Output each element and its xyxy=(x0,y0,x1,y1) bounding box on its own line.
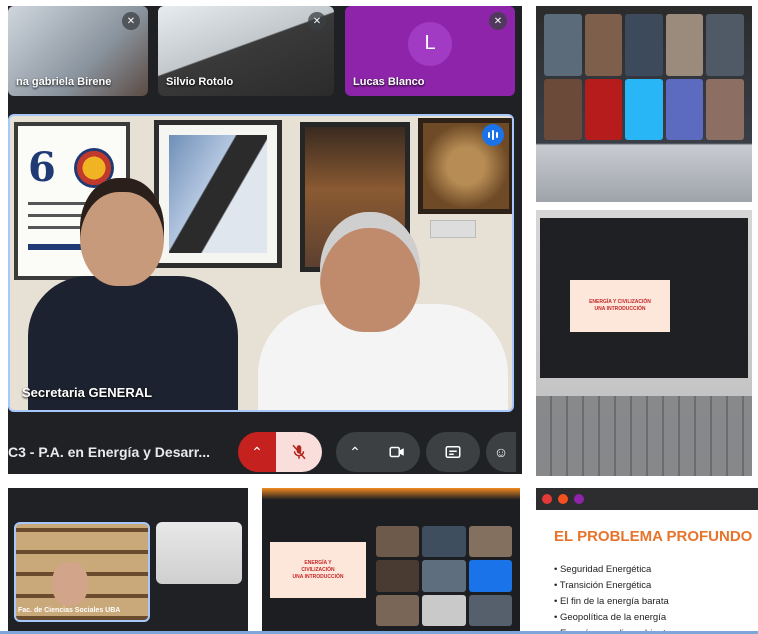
main-speaker-tile[interactable]: 6 Secretaria GENERAL xyxy=(8,114,514,412)
share-icon xyxy=(558,494,568,504)
reactions-button[interactable]: ☺ xyxy=(486,432,516,472)
camera-toggle-button[interactable] xyxy=(374,432,420,472)
participant-face xyxy=(52,562,88,606)
list-item: El fin de la energía barata xyxy=(554,594,671,610)
video-grid xyxy=(544,14,744,140)
shared-slide: ENERGÍA Y CIVILIZACIÓN UNA INTRODUCCIÓN xyxy=(270,542,366,598)
camera-options-button[interactable]: ⌃ xyxy=(336,432,374,472)
participant-name: na gabriela Birene xyxy=(16,76,112,88)
window-titlebar xyxy=(536,488,758,510)
list-item: Seguridad Energética xyxy=(554,562,671,578)
participant-tile[interactable]: ✕ L Lucas Blanco xyxy=(345,6,515,96)
participant-name: Lucas Blanco xyxy=(353,76,425,88)
laptop-screen: ENERGÍA Y CIVILIZACIÓN UNA INTRODUCCIÓN xyxy=(540,218,748,378)
mic-toggle-button[interactable] xyxy=(276,432,322,472)
photo-slide-closeup: EL PROBLEMA PROFUNDO Seguridad Energétic… xyxy=(536,488,758,634)
laptop-photo-slide: ENERGÍA Y CIVILIZACIÓN UNA INTRODUCCIÓN xyxy=(536,210,752,476)
slide-line: UNA INTRODUCCIÓN xyxy=(292,573,344,580)
meeting-title: C3 - P.A. en Energía y Desarr... xyxy=(8,444,211,460)
photo-laptop-slide: ENERGÍA Y CIVILIZACIÓN UNA INTRODUCCIÓN xyxy=(262,488,520,634)
avatar: L xyxy=(408,21,452,66)
video-grid xyxy=(376,526,512,626)
chevron-up-icon: ⌃ xyxy=(251,443,263,460)
participant-name: Secretaria GENERAL xyxy=(22,385,153,400)
person-left xyxy=(28,178,238,410)
slide-line: ENERGÍA Y xyxy=(304,559,332,566)
list-item: Transición Energética xyxy=(554,578,671,594)
keyboard xyxy=(536,396,752,476)
mic-off-icon: ✕ xyxy=(489,12,507,30)
person-right xyxy=(258,212,508,410)
meeting-control-bar: C3 - P.A. en Energía y Desarr... ⌃ ⌃ ☺ xyxy=(8,430,522,474)
mic-options-button[interactable]: ⌃ xyxy=(238,432,276,472)
slide-line: ENERGÍA Y CIVILIZACIÓN xyxy=(589,299,651,305)
shared-slide: ENERGÍA Y CIVILIZACIÓN UNA INTRODUCCIÓN xyxy=(570,280,670,332)
mic-off-icon: ✕ xyxy=(308,12,326,30)
participant-tile[interactable]: ✕ na gabriela Birene xyxy=(8,6,148,96)
avatar xyxy=(574,494,584,504)
slide-line: UNA INTRODUCCIÓN xyxy=(594,306,646,312)
participant-tile-small xyxy=(156,522,242,584)
laptop-photo-grid xyxy=(536,6,752,202)
captions-icon xyxy=(445,446,461,458)
slide-bullets: Seguridad Energética Transición Energéti… xyxy=(554,562,671,634)
participant-name: Fac. de Ciencias Sociales UBA xyxy=(18,607,121,614)
chevron-up-icon: ⌃ xyxy=(349,443,361,460)
slide-title: EL PROBLEMA PROFUNDO xyxy=(554,528,753,545)
captions-button[interactable] xyxy=(426,432,480,472)
record-icon xyxy=(542,494,552,504)
video-camera-icon xyxy=(389,446,404,458)
list-item: Geopolítica de la energía xyxy=(554,610,671,626)
slide-line: CIVILIZACIÓN xyxy=(301,566,335,573)
photo-bookshelf-call: Fac. de Ciencias Sociales UBA xyxy=(8,488,248,634)
mic-off-icon xyxy=(292,444,306,460)
emoji-icon: ☺ xyxy=(493,444,509,460)
speaking-indicator-icon xyxy=(482,124,504,146)
meet-screenshot: ✕ na gabriela Birene ✕ Silvio Rotolo ✕ L… xyxy=(8,6,522,474)
mic-off-icon: ✕ xyxy=(122,12,140,30)
participant-tile[interactable]: ✕ Silvio Rotolo xyxy=(158,6,334,96)
participant-name: Silvio Rotolo xyxy=(166,76,234,88)
bookshelf-tile: Fac. de Ciencias Sociales UBA xyxy=(14,522,150,622)
